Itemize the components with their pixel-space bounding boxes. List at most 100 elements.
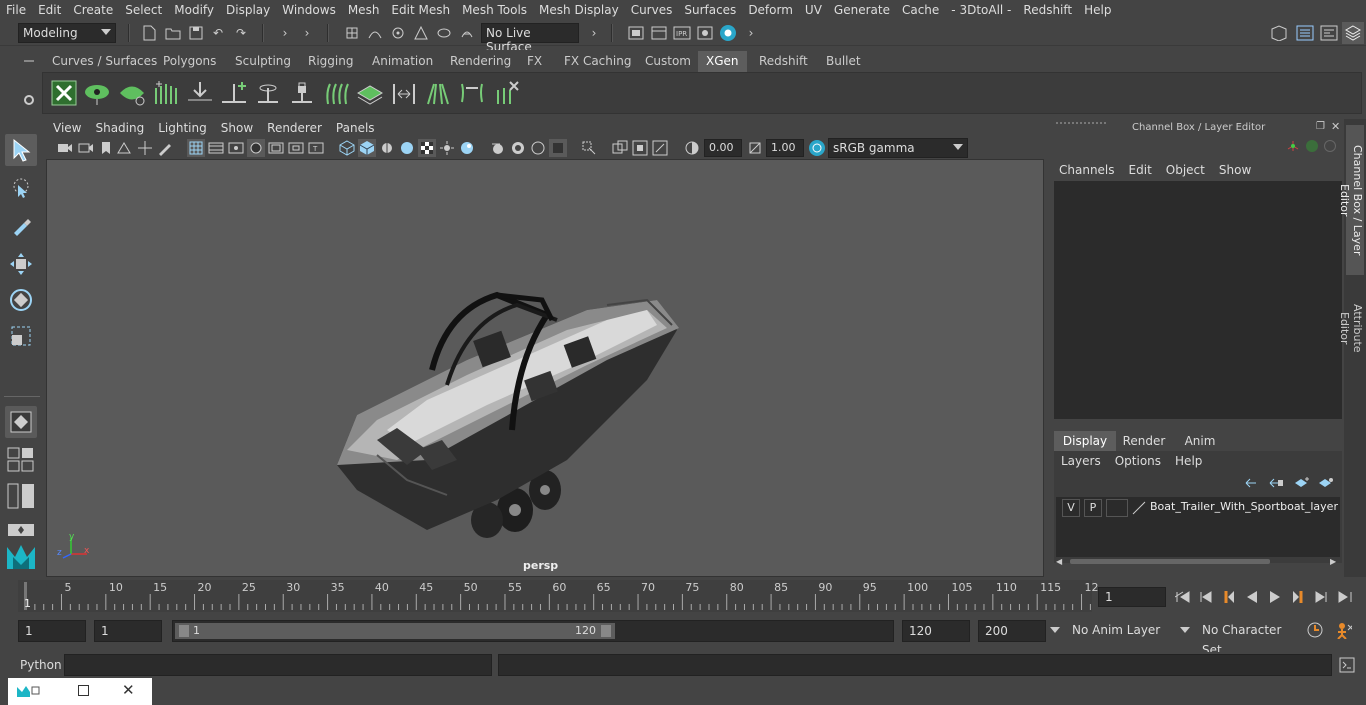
- animation-preferences-icon[interactable]: [1334, 621, 1352, 639]
- new-layer-selected-icon[interactable]: [1318, 477, 1334, 492]
- channel-menu-channels[interactable]: Channels: [1052, 163, 1122, 177]
- viewport-menu-view[interactable]: View: [46, 121, 88, 135]
- isolate-select-icon[interactable]: [549, 139, 567, 157]
- redo-icon[interactable]: ↷: [232, 24, 250, 42]
- menu-mesh-display[interactable]: Mesh Display: [533, 3, 625, 17]
- maya-window-icon[interactable]: [16, 684, 40, 701]
- 2d-pan-zoom-icon[interactable]: [136, 139, 154, 157]
- step-back-frame-icon[interactable]: [1220, 588, 1238, 606]
- menu-deform[interactable]: Deform: [742, 3, 799, 17]
- step-forward-frame-icon[interactable]: [1289, 588, 1307, 606]
- grease-pencil-icon[interactable]: [156, 139, 174, 157]
- shelf-tab-sculpting[interactable]: Sculpting: [227, 51, 299, 72]
- save-scene-icon[interactable]: [187, 24, 205, 42]
- snap-surface-icon[interactable]: [435, 24, 453, 42]
- xgen-cut-icon[interactable]: [457, 78, 487, 108]
- xgen-density-icon[interactable]: [355, 78, 385, 108]
- menu-edit-mesh[interactable]: Edit Mesh: [385, 3, 456, 17]
- xgen-grooming-icon[interactable]: [151, 78, 181, 108]
- float-panel-icon[interactable]: ❐: [1316, 121, 1325, 132]
- move-layer-down-icon[interactable]: [1268, 477, 1284, 492]
- chevron-down-icon[interactable]: [1180, 627, 1190, 633]
- shelf-tab-fx-caching[interactable]: FX Caching: [556, 51, 639, 72]
- shelf-settings-icon[interactable]: [20, 91, 38, 109]
- snap-point-icon[interactable]: [389, 24, 407, 42]
- image-plane-icon[interactable]: [116, 139, 134, 157]
- layer-row[interactable]: V P Boat_Trailer_With_Sportboat_layer: [1056, 499, 1340, 517]
- render-frame-icon[interactable]: [650, 24, 668, 42]
- status-ring-icon[interactable]: [1324, 140, 1336, 152]
- default-material-icon[interactable]: [378, 139, 396, 157]
- scroll-right-icon[interactable]: ▶: [1330, 557, 1336, 566]
- depth-of-field-icon[interactable]: [529, 139, 547, 157]
- channel-menu-object[interactable]: Object: [1159, 163, 1212, 177]
- close-icon[interactable]: ✕: [122, 681, 135, 699]
- live-surface-field[interactable]: No Live Surface: [481, 23, 579, 54]
- menu-display[interactable]: Display: [220, 3, 276, 17]
- shelf-tab-xgen[interactable]: XGen: [698, 51, 747, 72]
- exposure-icon[interactable]: [683, 139, 701, 157]
- menu-windows[interactable]: Windows: [276, 3, 342, 17]
- layer-display-type-toggle[interactable]: [1106, 499, 1128, 517]
- scroll-left-icon[interactable]: ◀: [1056, 557, 1062, 566]
- channel-menu-show[interactable]: Show: [1212, 163, 1258, 177]
- menu-create[interactable]: Create: [67, 3, 119, 17]
- command-language-label[interactable]: Python: [20, 658, 62, 672]
- shadows-icon[interactable]: [438, 139, 456, 157]
- status-dot-icon[interactable]: [1306, 140, 1318, 152]
- side-tab-attribute-editor[interactable]: Attribute Editor: [1338, 283, 1364, 373]
- bookmark-icon[interactable]: [97, 139, 115, 157]
- snap-curve-icon[interactable]: [366, 24, 384, 42]
- xray-icon[interactable]: [580, 139, 598, 157]
- layer-editor-toggle-icon[interactable]: [1342, 22, 1364, 44]
- step-back-key-icon[interactable]: [1197, 588, 1215, 606]
- multisample-icon[interactable]: [509, 139, 527, 157]
- range-slider-handle[interactable]: 1 120: [175, 623, 615, 639]
- script-editor-icon[interactable]: [1338, 656, 1356, 674]
- menu-surfaces[interactable]: Surfaces: [678, 3, 742, 17]
- layer-menu-options[interactable]: Options: [1108, 454, 1168, 468]
- scale-tool-icon[interactable]: [5, 320, 37, 352]
- use-all-lights-icon[interactable]: [418, 139, 436, 157]
- xgen-noise-icon[interactable]: [491, 78, 521, 108]
- exposure-field[interactable]: 0.00: [704, 139, 742, 157]
- shelf-tab-bullet[interactable]: Bullet: [818, 51, 869, 72]
- menu-3dtoall[interactable]: - 3DtoAll -: [945, 3, 1017, 17]
- side-tab-channel-box[interactable]: Channel Box / Layer Editor: [1338, 125, 1364, 275]
- maximize-icon[interactable]: [78, 685, 89, 696]
- viewport-menu-lighting[interactable]: Lighting: [151, 121, 214, 135]
- ipr-render-icon[interactable]: IPR: [673, 24, 691, 42]
- menu-mesh[interactable]: Mesh: [342, 3, 386, 17]
- viewport-menu-shading[interactable]: Shading: [88, 121, 151, 135]
- resolution-gate-icon[interactable]: [227, 139, 245, 157]
- shelf-menu-icon[interactable]: [20, 52, 38, 70]
- play-forwards-icon[interactable]: [1266, 588, 1284, 606]
- anim-layer-dropdown[interactable]: No Anim Layer: [1066, 620, 1176, 642]
- arrow-right-icon[interactable]: ›: [585, 24, 603, 42]
- command-input[interactable]: [64, 654, 492, 676]
- shelf-tab-rigging[interactable]: Rigging: [300, 51, 361, 72]
- xray-joints-icon[interactable]: [611, 139, 629, 157]
- close-icon[interactable]: ✕: [1331, 120, 1340, 133]
- menu-select[interactable]: Select: [119, 3, 168, 17]
- channel-menu-edit[interactable]: Edit: [1122, 163, 1159, 177]
- play-backwards-icon[interactable]: [1243, 588, 1261, 606]
- workspace-icon[interactable]: [1270, 24, 1288, 42]
- paint-select-tool-icon[interactable]: [5, 210, 37, 242]
- single-view-layout-icon[interactable]: [5, 406, 37, 438]
- xgen-preview-icon[interactable]: [82, 78, 112, 108]
- step-forward-key-icon[interactable]: [1312, 588, 1330, 606]
- render-settings-icon[interactable]: [627, 24, 645, 42]
- layer-visibility-toggle[interactable]: V: [1062, 499, 1080, 517]
- range-slider[interactable]: 1 120: [172, 620, 894, 642]
- hypershade-icon[interactable]: [719, 24, 737, 42]
- shelf-tab-fx[interactable]: FX: [519, 51, 550, 72]
- xgen-guide-hairs-icon[interactable]: [321, 78, 351, 108]
- menu-mesh-tools[interactable]: Mesh Tools: [456, 3, 533, 17]
- range-slider-right-grip[interactable]: [601, 625, 611, 637]
- snap-view-icon[interactable]: [412, 24, 430, 42]
- two-view-layout-icon[interactable]: [5, 480, 37, 512]
- layer-scrollbar[interactable]: ◀ ▶: [1056, 557, 1340, 566]
- safe-title-icon[interactable]: T: [307, 139, 325, 157]
- animation-end-field[interactable]: 200: [978, 620, 1046, 642]
